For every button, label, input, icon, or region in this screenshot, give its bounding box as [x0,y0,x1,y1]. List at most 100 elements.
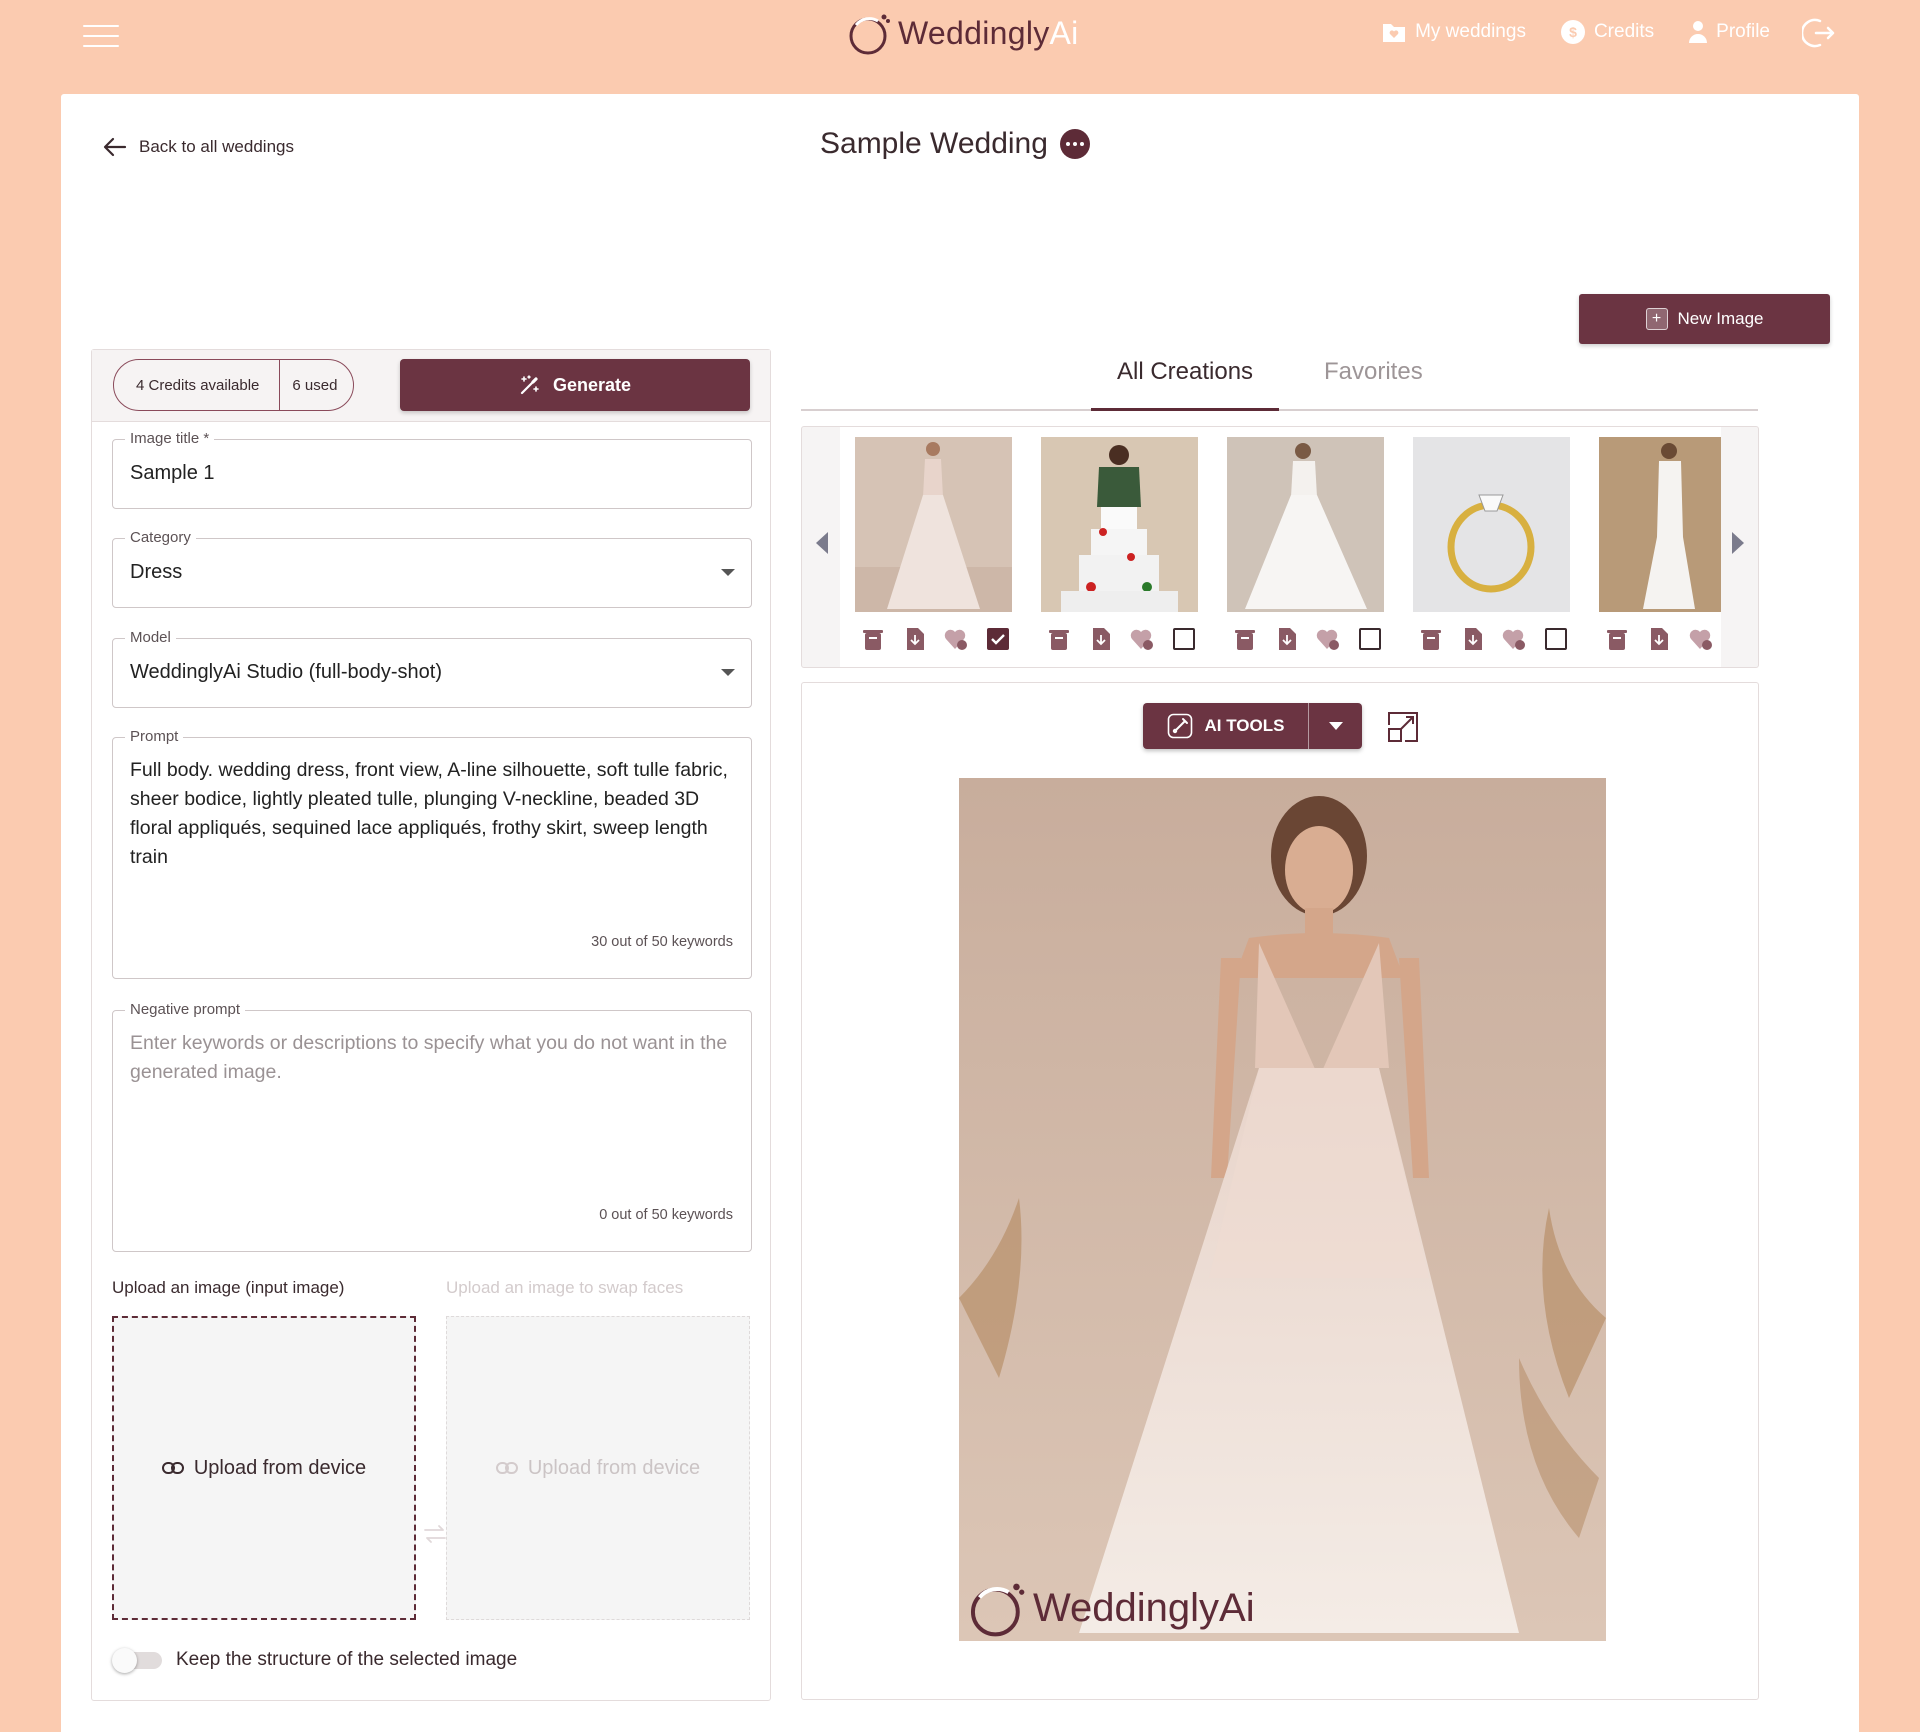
nav-credits[interactable]: $ Credits [1560,16,1654,48]
swap-icon [424,1525,446,1543]
nav-my-weddings[interactable]: My weddings [1381,16,1526,48]
prompt-value: Full body. wedding dress, front view, A-… [130,759,728,868]
top-nav: My weddings $ Credits Profile [1381,16,1770,48]
gallery-item [1413,437,1570,653]
page-title: Sample Wedding [820,127,1090,161]
image-title-value: Sample 1 [130,462,215,484]
logo-ring-icon [970,1583,1025,1637]
keep-structure-label: Keep the structure of the selected image [176,1649,518,1670]
favorite-icon[interactable] [1687,625,1715,653]
gallery-item [1599,437,1721,653]
brand-name: WeddinglyAi [898,14,1079,51]
upload-swap-label: Upload an image to swap faces [446,1278,684,1297]
upload-input-label: Upload an image (input image) [112,1278,345,1297]
brush-icon [1167,713,1192,739]
main-card: Back to all weddings Sample Wedding + Ne… [61,94,1859,1732]
download-icon[interactable] [1087,625,1115,653]
keep-structure-toggle[interactable] [112,1645,164,1675]
thumbnail-image[interactable] [1413,437,1570,612]
select-checkbox[interactable] [1356,625,1384,653]
generate-button[interactable]: Generate [400,359,750,411]
credits-pill: 4 Credits available 6 used [113,359,355,411]
folder-heart-icon [1383,24,1406,42]
negative-prompt-textarea[interactable]: Negative prompt Enter keywords or descri… [112,1001,752,1252]
upload-input-dropzone[interactable]: Upload from device [112,1316,416,1620]
download-icon[interactable] [1459,625,1487,653]
creations-gallery [801,426,1759,668]
caret-down-icon [721,569,735,576]
selected-image-preview[interactable]: WeddinglyAi [959,778,1606,1641]
link-icon [495,1462,518,1474]
delete-icon[interactable] [1045,625,1073,653]
tab-favorites[interactable]: Favorites [1324,358,1423,386]
ai-tools-button[interactable]: AI TOOLS [1143,703,1308,749]
gallery-next-arrow[interactable] [1732,532,1744,554]
gallery-prev-arrow[interactable] [816,532,828,554]
favorite-icon[interactable] [943,625,971,653]
delete-icon[interactable] [1231,625,1259,653]
negative-prompt-placeholder: Enter keywords or descriptions to specif… [130,1032,728,1083]
active-tab-indicator [1091,408,1279,411]
category-select[interactable]: Category Dress [112,529,752,608]
delete-icon[interactable] [1417,625,1445,653]
generation-form: 4 Credits available 6 used Generate Imag… [91,349,771,1701]
prompt-textarea[interactable]: Prompt Full body. wedding dress, front v… [112,728,752,979]
coin-icon: $ [1560,20,1585,44]
tab-all-creations[interactable]: All Creations [1117,358,1253,386]
magic-wand-icon [520,375,539,395]
favorite-icon[interactable] [1315,625,1343,653]
select-checkbox-checked[interactable] [984,625,1012,653]
credits-used: 6 used [279,360,353,410]
ai-tools-dropdown[interactable] [1308,703,1362,749]
delete-icon[interactable] [859,625,887,653]
creations-tabs: All Creations Favorites [801,348,1758,411]
thumbnail-image[interactable] [1041,437,1198,612]
svg-text:$: $ [1569,24,1577,40]
image-title-field[interactable]: Image title * Sample 1 [112,430,752,509]
logo-ring-icon [849,14,890,55]
fullscreen-icon[interactable] [1387,711,1419,743]
caret-down-icon [1328,722,1343,730]
image-preview-panel: AI TOOLS WeddinglyAi [801,682,1759,1700]
thumbnail-image[interactable] [1599,437,1721,612]
keep-structure-row: Keep the structure of the selected image [112,1645,517,1675]
nav-profile[interactable]: Profile [1688,16,1770,48]
download-icon[interactable] [901,625,929,653]
more-options-button[interactable] [1059,129,1090,159]
watermark: WeddinglyAi [969,1579,1255,1637]
form-header: 4 Credits available 6 used Generate [92,350,770,422]
caret-down-icon [721,669,735,676]
ai-tools-button-group: AI TOOLS [1143,703,1362,749]
prompt-counter: 30 out of 50 keywords [591,934,733,950]
user-icon [1689,21,1708,43]
brand-logo[interactable]: WeddinglyAi [848,8,1079,58]
bride-photo [959,778,1606,1641]
gallery-track [840,427,1721,667]
negative-prompt-counter: 0 out of 50 keywords [599,1207,733,1223]
model-value: WeddinglyAi Studio (full-body-shot) [130,661,443,683]
arrow-left-icon [103,137,127,157]
select-checkbox[interactable] [1170,625,1198,653]
menu-icon[interactable] [83,25,119,47]
favorite-icon[interactable] [1501,625,1529,653]
top-bar: WeddinglyAi My weddings $ Credits Profil… [0,0,1920,80]
thumbnail-image[interactable] [1227,437,1384,612]
new-image-button[interactable]: + New Image [1579,294,1830,344]
upload-swap-dropzone: Upload from device [446,1316,750,1620]
select-checkbox[interactable] [1542,625,1570,653]
download-icon[interactable] [1645,625,1673,653]
gallery-item [1041,437,1198,653]
wedding-title: Sample Wedding [820,127,1048,160]
gallery-item [855,437,1012,653]
plus-icon: + [1645,308,1668,330]
credits-available: 4 Credits available [136,376,260,394]
download-icon[interactable] [1273,625,1301,653]
favorite-icon[interactable] [1129,625,1157,653]
model-select[interactable]: Model WeddinglyAi Studio (full-body-shot… [112,629,752,708]
delete-icon[interactable] [1603,625,1631,653]
thumbnail-image[interactable] [855,437,1012,612]
link-icon [161,1462,184,1474]
category-value: Dress [130,561,183,583]
back-to-weddings-link[interactable]: Back to all weddings [103,137,294,157]
logout-icon[interactable] [1802,16,1836,50]
